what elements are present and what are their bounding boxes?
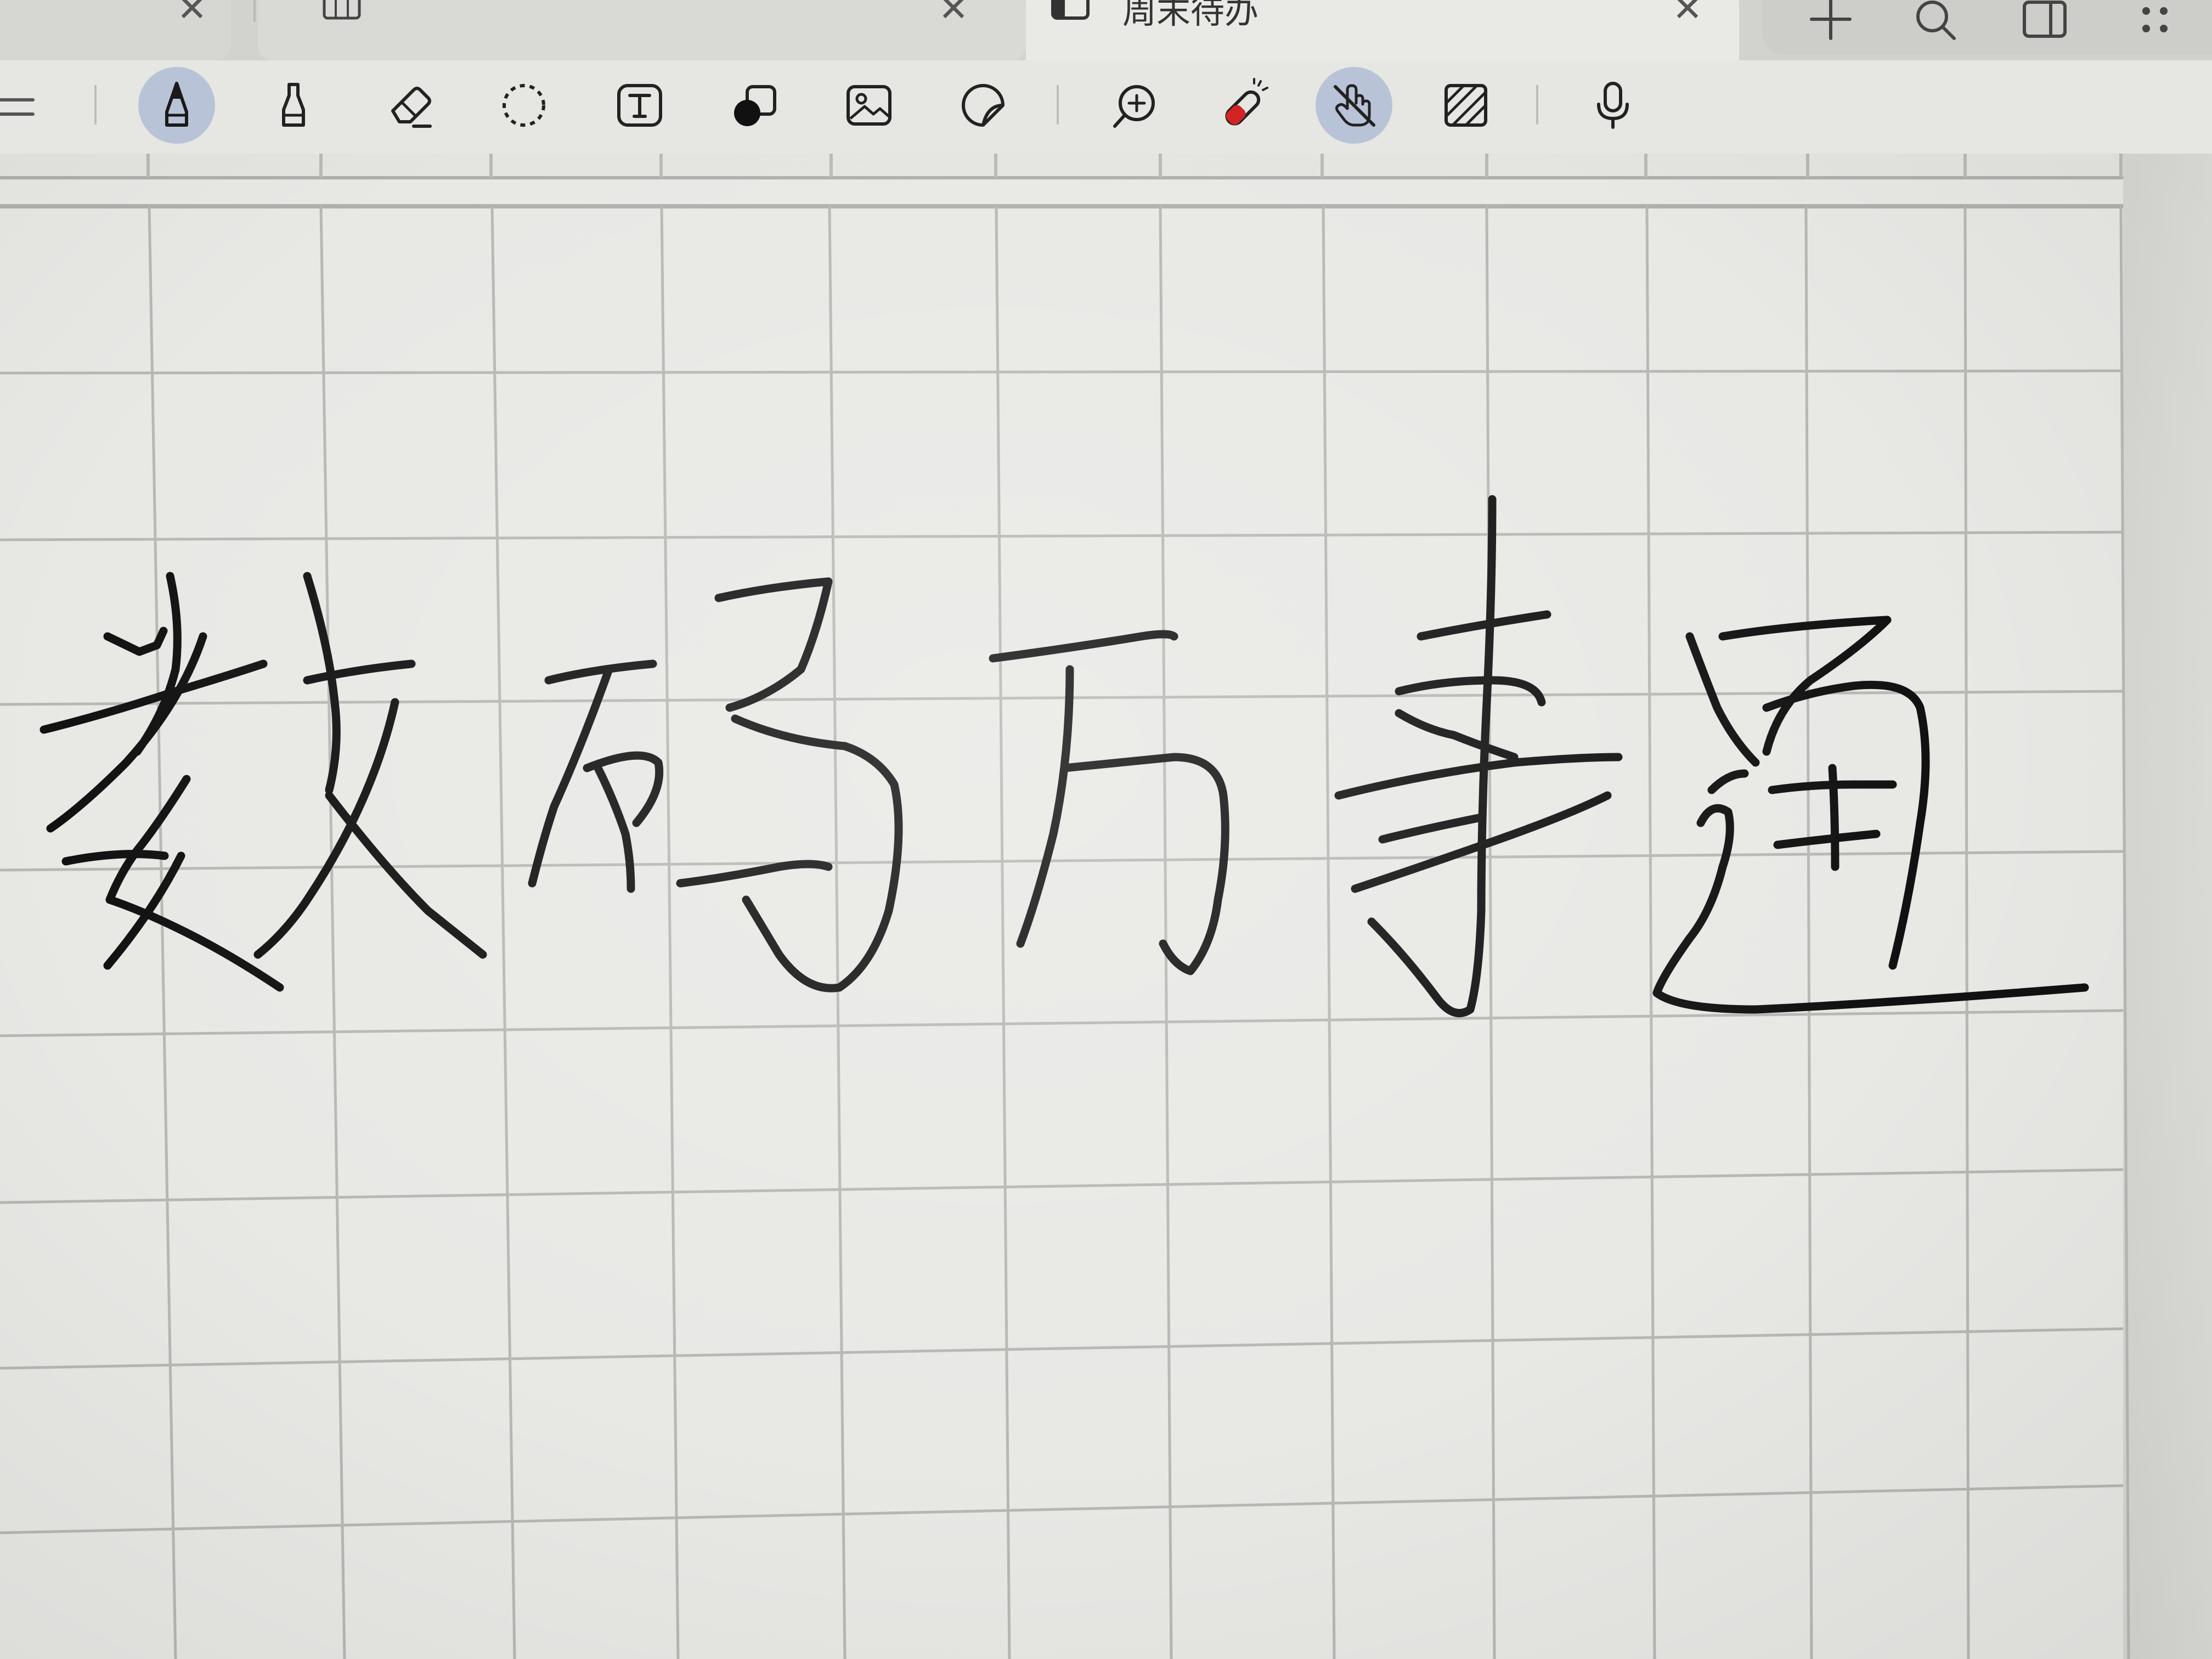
ink-stroke: [61, 850, 169, 866]
sidebar-toggle-icon: [2023, 1, 2067, 38]
ink-stroke: [325, 791, 487, 959]
sticker-tool[interactable]: [945, 67, 1022, 144]
toolbar-divider: [94, 85, 97, 125]
tab-notebook-2[interactable]: [258, 0, 1026, 60]
sticker-icon: [962, 84, 1005, 127]
highlighter-tool[interactable]: [255, 67, 332, 144]
notebook-canvas[interactable]: [0, 154, 2212, 1659]
pen-icon: [165, 82, 188, 127]
ink-stroke: [1060, 753, 1229, 975]
collapse-toolbar-icon[interactable]: [0, 88, 44, 126]
ink-stroke: [1334, 753, 1623, 800]
lasso-tool[interactable]: [486, 67, 562, 144]
eraser-icon: [391, 87, 432, 128]
ink-stroke: [1395, 709, 1519, 761]
toolbar-divider: [1536, 85, 1538, 125]
toolbar-divider: [1057, 85, 1059, 125]
drawing-toolbar: [0, 60, 2212, 154]
ink-stroke: [1685, 632, 1760, 767]
laser-pointer-tool[interactable]: [1205, 67, 1282, 144]
zoom-window-tool[interactable]: [1096, 67, 1173, 144]
text-box-icon: [617, 84, 662, 127]
add-icon: [1810, 0, 1852, 40]
window-actions: [1762, 0, 2212, 55]
lasso-icon: [503, 84, 545, 127]
grid-notebook-icon: [323, 0, 361, 20]
tab-2-close-icon[interactable]: ✕: [936, 0, 971, 27]
ink-stroke: [544, 659, 657, 685]
laser-pointer-icon: [1225, 78, 1268, 126]
zoom-window-icon: [1113, 85, 1155, 128]
highlighter-icon: [282, 83, 305, 127]
ink-stroke: [676, 860, 833, 888]
more-icon: [2142, 7, 2168, 32]
handwriting-ink: [40, 495, 2089, 1018]
pen-tool[interactable]: [138, 67, 215, 144]
ink-stroke: [1828, 764, 1839, 871]
ink-stroke: [1378, 813, 1486, 844]
image-tool[interactable]: [831, 67, 907, 144]
ink-stroke: [989, 630, 1178, 663]
microphone-icon: [1597, 82, 1629, 129]
text-tool[interactable]: [601, 67, 678, 144]
eraser-tool[interactable]: [371, 67, 448, 144]
tab-3-close-icon[interactable]: ✕: [1670, 0, 1705, 27]
ink-stroke: [731, 714, 903, 992]
page-template-tool[interactable]: [1427, 67, 1504, 144]
tab-divider: [253, 0, 256, 22]
new-tab-button[interactable]: [1790, 0, 1872, 55]
image-icon: [847, 85, 891, 126]
ink-stroke: [1707, 769, 1749, 794]
shapes-icon: [734, 85, 776, 126]
ink-stroke: [1395, 676, 1546, 707]
tab-title: 周末待办: [1122, 0, 1259, 31]
ink-stroke: [103, 627, 168, 656]
ink-stroke: [594, 764, 635, 893]
voice-record-tool[interactable]: [1575, 67, 1651, 144]
tab-1-close-icon[interactable]: ✕: [174, 0, 210, 27]
sidebar-toggle-button[interactable]: [2004, 0, 2086, 55]
ink-stroke: [1367, 495, 1497, 1018]
pattern-icon: [1444, 84, 1487, 127]
ink-stroke: [1762, 680, 1930, 970]
ink-stroke: [303, 659, 416, 685]
ink-stroke: [583, 751, 664, 827]
ink-stroke: [1773, 830, 1881, 849]
ink-stroke: [528, 665, 613, 888]
search-icon: [1916, 1, 1956, 40]
more-button[interactable]: [2113, 0, 2196, 55]
ink-stroke: [1417, 610, 1551, 641]
hand-touch-icon: [1334, 84, 1375, 127]
ink-stroke: [253, 698, 399, 959]
shape-tool[interactable]: [716, 67, 793, 144]
app-window: ✕ ✕ 周末待办 ✕: [0, 0, 2212, 1659]
notebook-icon: [1051, 0, 1090, 20]
touch-draw-toggle[interactable]: [1316, 67, 1392, 144]
ink-stroke: [714, 577, 833, 712]
search-button[interactable]: [1894, 0, 1976, 55]
tab-bar: ✕ ✕ 周末待办 ✕: [0, 0, 2212, 66]
ink-stroke: [1016, 665, 1074, 948]
